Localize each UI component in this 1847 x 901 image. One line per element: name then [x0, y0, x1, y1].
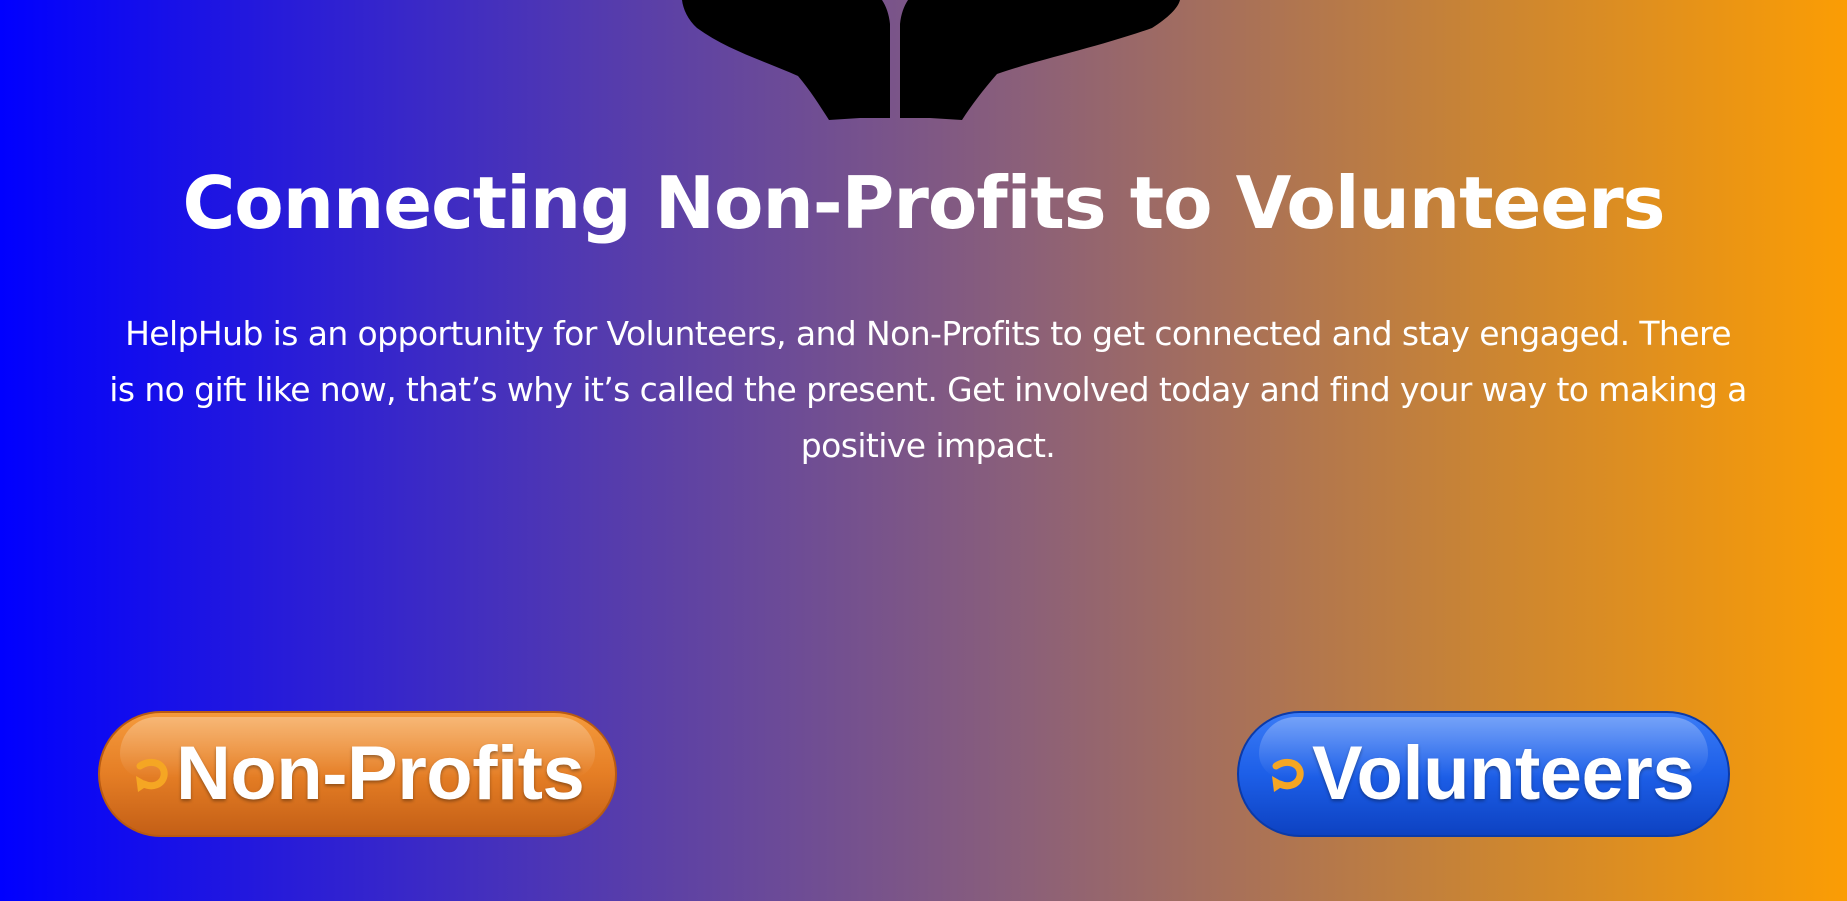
- curved-arrow-icon: [136, 758, 168, 792]
- hero-description: HelpHub is an opportunity for Volunteers…: [109, 314, 1747, 465]
- hands-logo-icon: [682, 0, 1180, 120]
- page-title: Connecting Non-Profits to Volunteers: [182, 161, 1665, 245]
- nonprofits-button-label: Non-Profits: [176, 731, 585, 816]
- volunteers-button[interactable]: Volunteers: [1237, 711, 1730, 837]
- volunteers-button-label: Volunteers: [1312, 731, 1695, 816]
- nonprofits-button[interactable]: Non-Profits: [98, 711, 617, 837]
- curved-arrow-icon: [1272, 758, 1304, 792]
